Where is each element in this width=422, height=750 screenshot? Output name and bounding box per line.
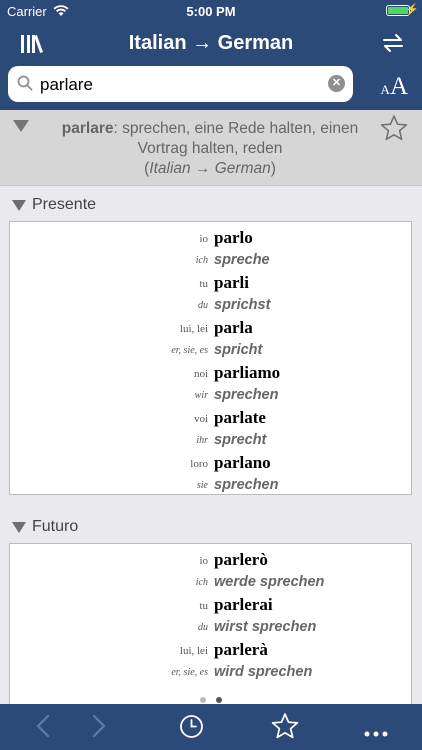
translation-row: du sprichst <box>198 297 271 313</box>
conjugation-row: noi parliamo <box>193 363 281 382</box>
conjugation-row: io parlerò <box>199 550 268 569</box>
section-title: Futuro <box>32 518 79 535</box>
collapse-triangle-icon[interactable] <box>13 120 29 132</box>
translation-row: ich werde sprechen <box>195 574 325 590</box>
conjugation-table-presente: io parlo ich spreche tu parli du sprichst lu… <box>9 221 412 495</box>
star-icon[interactable] <box>271 712 299 745</box>
search-bar: ✕ AA <box>0 66 422 110</box>
chevron-left-icon[interactable] <box>36 714 50 743</box>
charging-icon: ⚡ <box>405 4 419 16</box>
section-header-presente[interactable]: Presente <box>0 186 422 222</box>
translation-row: ihr sprecht <box>196 432 267 448</box>
conjugation-row: lui, lei parlerà <box>179 640 268 659</box>
entry-header[interactable]: parlare: sprechen, eine Rede halten, ein… <box>0 110 422 186</box>
conjugation-row: tu parli <box>199 273 249 292</box>
section-title: Presente <box>32 196 97 213</box>
conjugation-table-futuro: io parlerò ich werde sprechen tu parlerai d… <box>9 543 412 704</box>
status-time: 5:00 PM <box>186 4 236 19</box>
clear-icon[interactable]: ✕ <box>328 75 345 92</box>
font-size-button[interactable]: AA <box>381 73 408 101</box>
page-title: Italian → German <box>128 32 294 54</box>
translation-row: sie sprechen <box>196 477 279 493</box>
chevron-right-icon[interactable] <box>92 714 106 743</box>
translation-row: er, sie, es wird sprechen <box>171 664 313 680</box>
clock-icon[interactable] <box>179 714 204 744</box>
favorite-star-icon[interactable] <box>380 114 408 147</box>
search-input[interactable] <box>38 71 332 99</box>
conjugation-row: voi parlate <box>193 408 266 427</box>
headword: parlare <box>61 120 114 137</box>
status-bar: Carrier 5:00 PM ⚡ <box>0 0 422 22</box>
translation-row: ich spreche <box>195 252 270 268</box>
entry-definition: parlare: sprechen, eine Rede halten, ein… <box>61 120 359 177</box>
page-dot[interactable] <box>200 697 206 703</box>
search-field[interactable]: ✕ <box>8 66 353 102</box>
language-pair: Italian → German <box>149 160 271 177</box>
page-dot-active[interactable] <box>216 697 222 703</box>
search-icon <box>17 75 33 91</box>
conjugation-row: loro parlano <box>190 453 271 472</box>
navigation-bar: Italian → German <box>0 22 422 66</box>
conjugation-row: tu parlerai <box>199 595 273 614</box>
conjugation-row: lui, lei parla <box>179 318 253 337</box>
collapse-triangle-icon[interactable] <box>12 522 26 533</box>
bottom-toolbar <box>0 704 422 750</box>
collapse-triangle-icon[interactable] <box>12 200 26 211</box>
more-icon[interactable] <box>364 724 388 742</box>
translation-row: er, sie, es spricht <box>171 342 263 358</box>
section-header-futuro[interactable]: Futuro <box>0 508 422 544</box>
translation-row: du wirst sprechen <box>198 619 317 635</box>
swap-icon[interactable] <box>382 32 404 59</box>
translation-row: wir sprechen <box>194 387 279 403</box>
conjugation-row: io parlo <box>199 228 253 247</box>
